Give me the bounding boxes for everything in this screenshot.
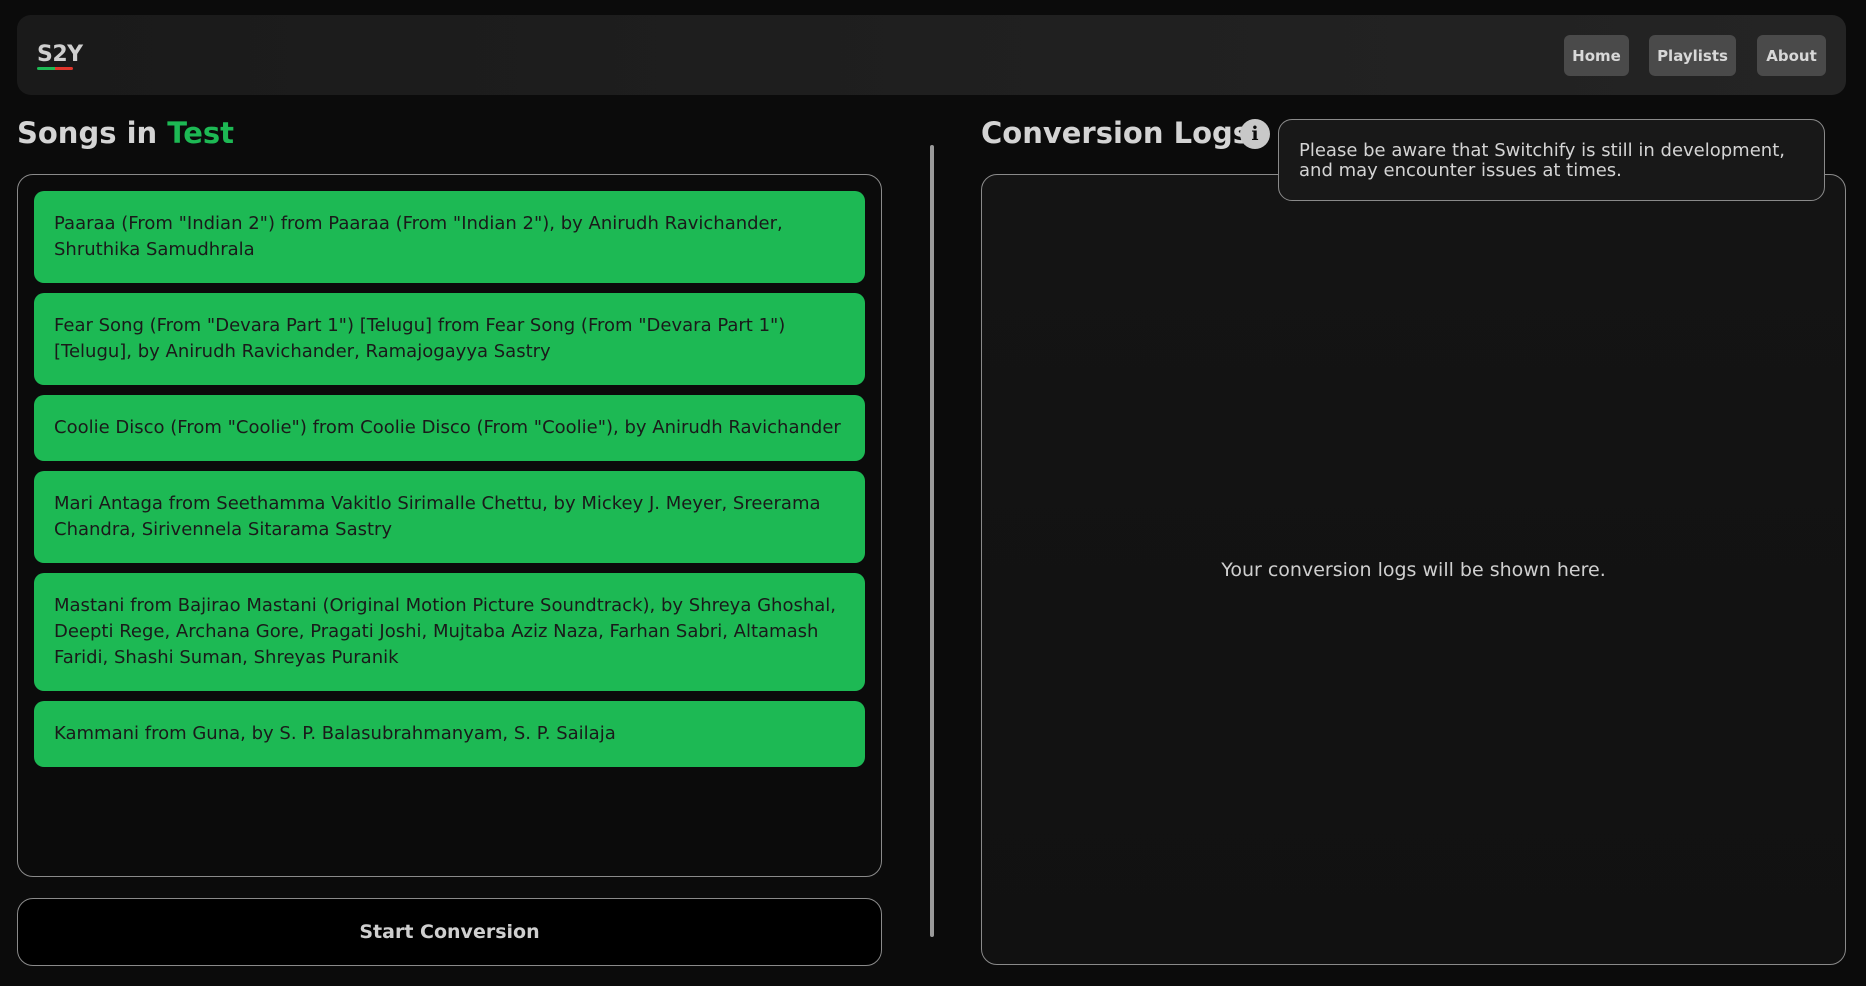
start-conversion-button[interactable]: Start Conversion — [17, 898, 882, 966]
logs-empty-message: Your conversion logs will be shown here. — [1221, 558, 1606, 581]
dev-warning-tooltip: Please be aware that Switchify is still … — [1278, 119, 1825, 201]
nav-playlists-button[interactable]: Playlists — [1649, 35, 1736, 76]
song-item[interactable]: Mari Antaga from Seethamma Vakitlo Sirim… — [34, 471, 865, 563]
song-item[interactable]: Mastani from Bajirao Mastani (Original M… — [34, 573, 865, 691]
song-item[interactable]: Kammani from Guna, by S. P. Balasubrahma… — [34, 701, 865, 767]
song-item[interactable]: Paaraa (From "Indian 2") from Paaraa (Fr… — [34, 191, 865, 283]
song-item[interactable]: Fear Song (From "Devara Part 1") [Telugu… — [34, 293, 865, 385]
top-navbar: S2Y Home Playlists About — [17, 15, 1846, 95]
song-list: Paaraa (From "Indian 2") from Paaraa (Fr… — [17, 174, 882, 877]
conversion-logs-panel: Your conversion logs will be shown here. — [981, 174, 1846, 965]
playlist-name: Test — [167, 116, 234, 150]
info-icon[interactable]: i — [1240, 119, 1270, 149]
nav-home-button[interactable]: Home — [1564, 35, 1629, 76]
song-item[interactable]: Coolie Disco (From "Coolie") from Coolie… — [34, 395, 865, 461]
logs-heading: Conversion Logs — [981, 116, 1251, 150]
logo-underline — [37, 67, 73, 70]
songs-heading: Songs in Test — [17, 116, 234, 150]
nav-about-button[interactable]: About — [1757, 35, 1826, 76]
panel-divider — [930, 145, 934, 937]
songs-heading-prefix: Songs in — [17, 116, 168, 150]
app-logo[interactable]: S2Y — [37, 42, 83, 67]
